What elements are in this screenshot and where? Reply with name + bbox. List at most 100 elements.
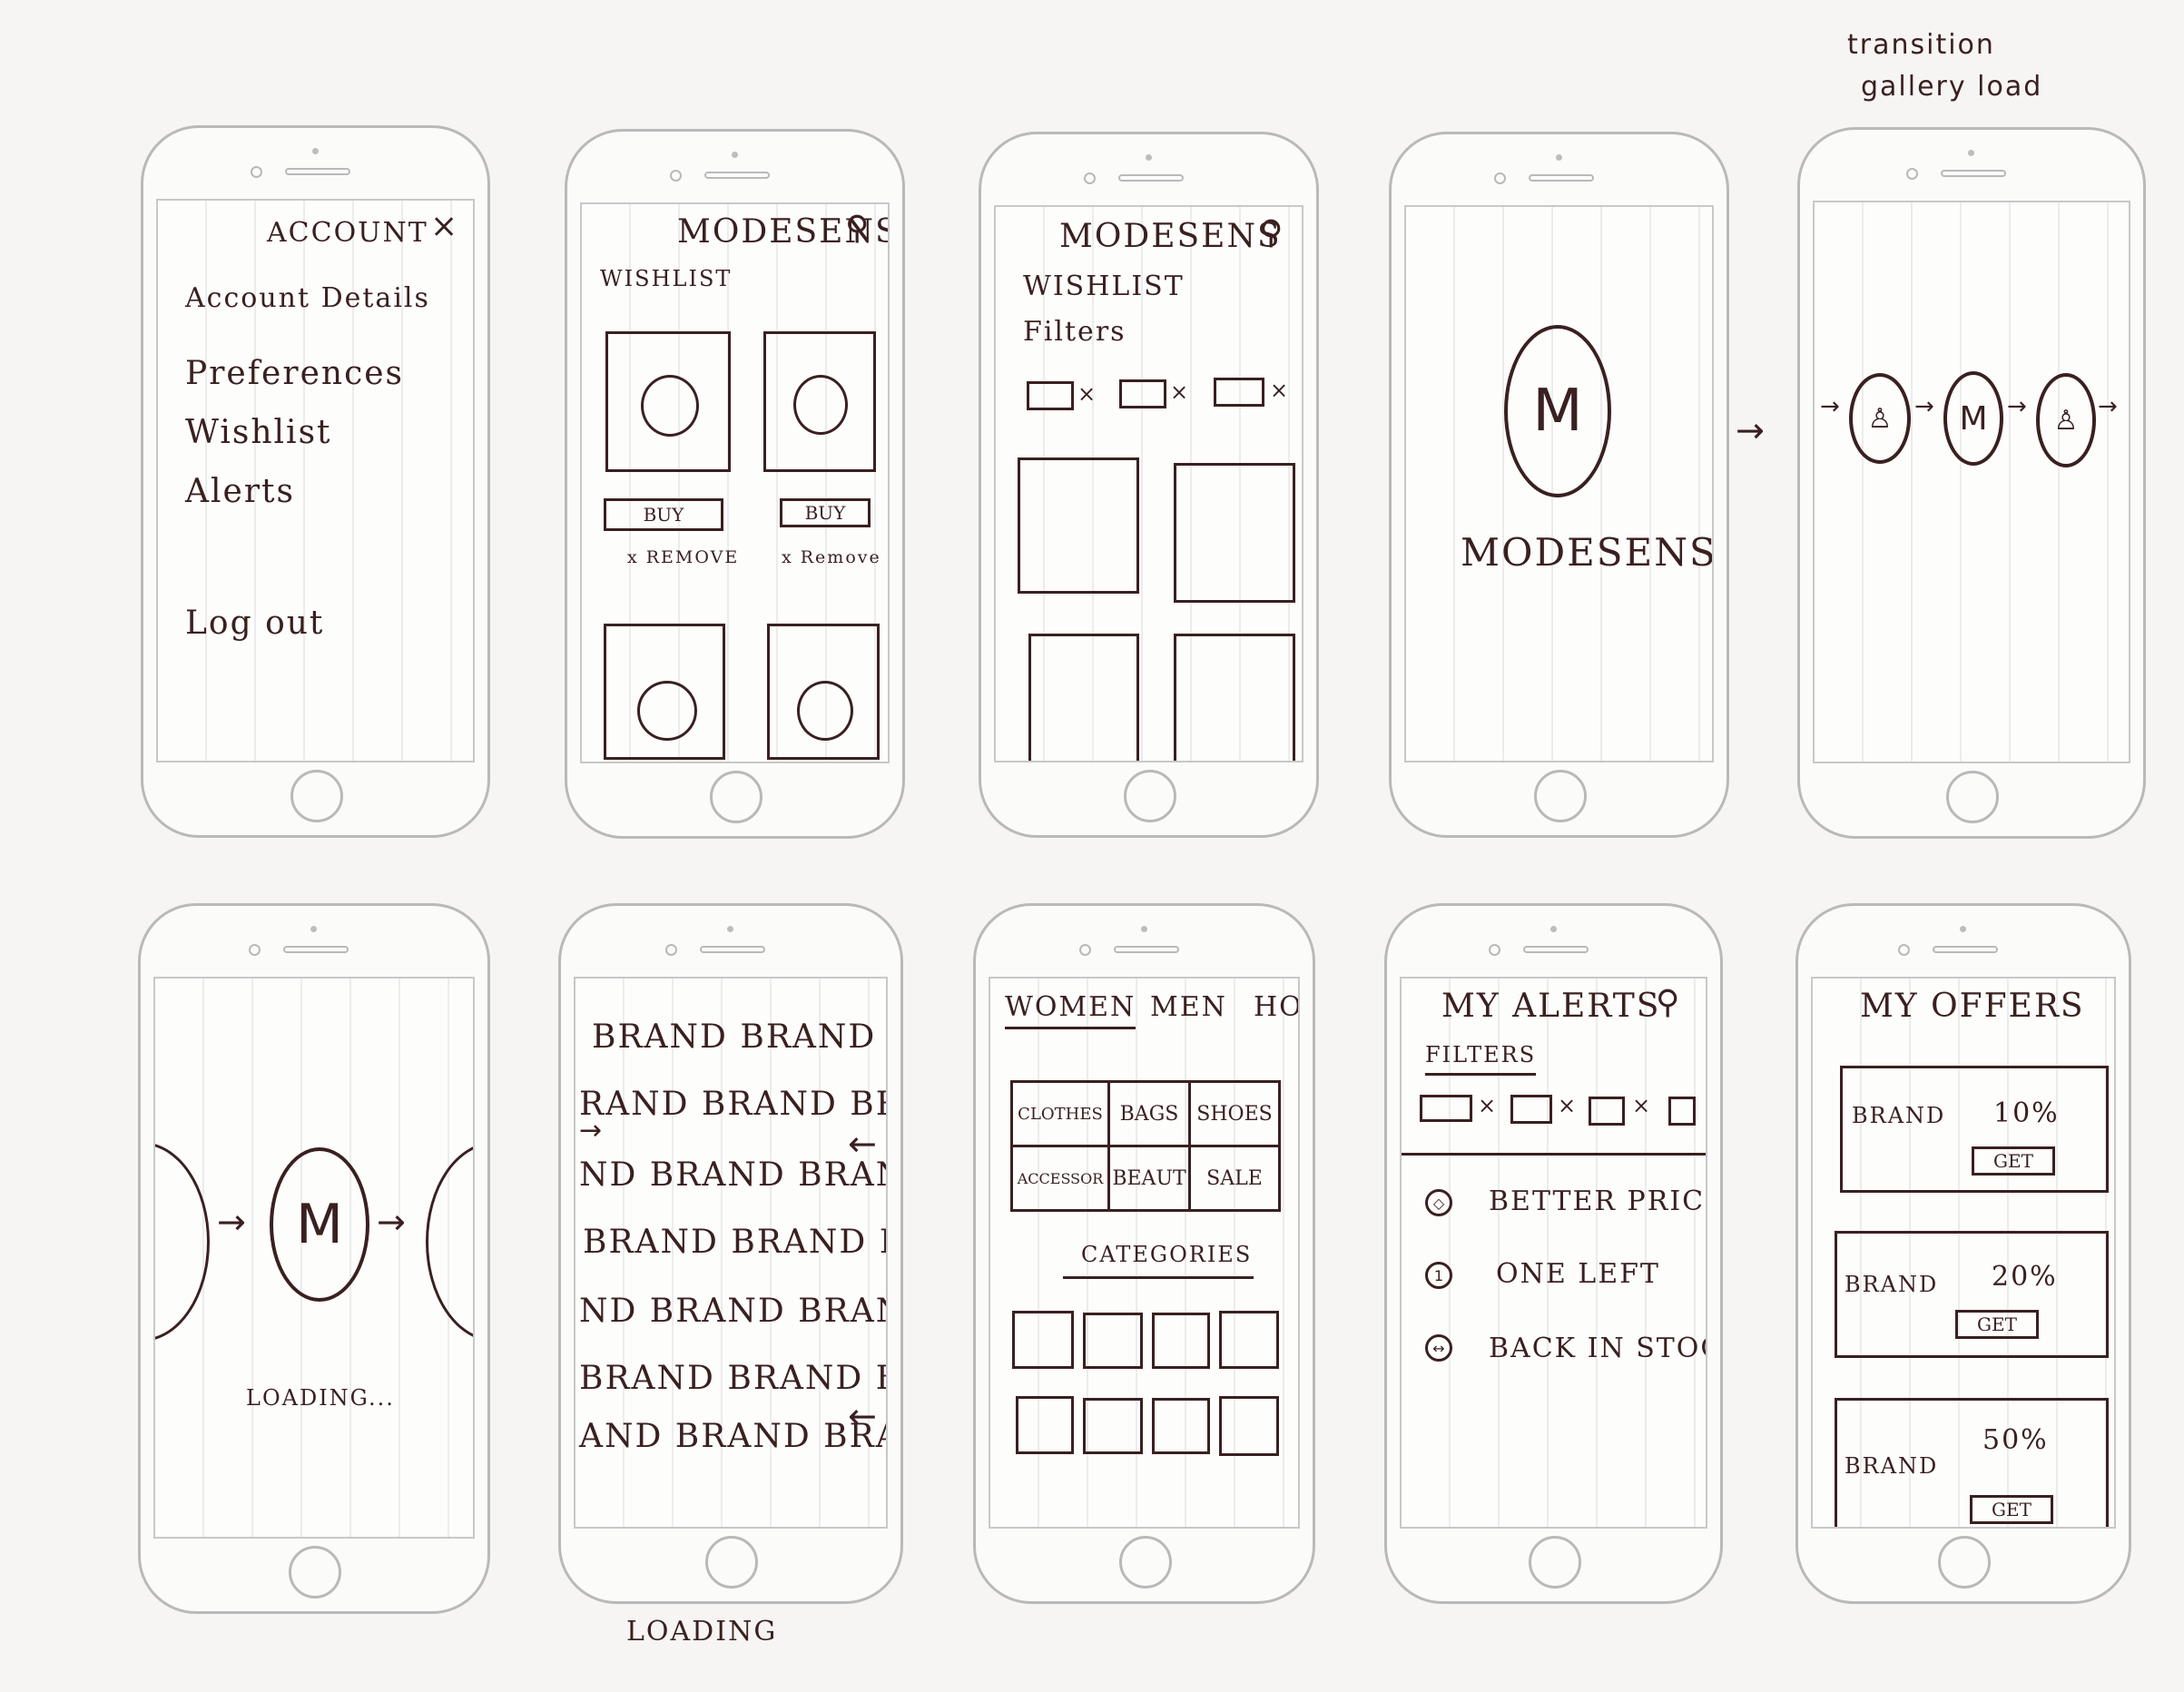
remove-filter-icon[interactable]: × [1270, 378, 1290, 403]
category-tile[interactable] [1083, 1398, 1143, 1454]
category-cell-accessories[interactable]: ACCESSOR [1010, 1145, 1110, 1212]
filter-chip[interactable] [1420, 1095, 1472, 1122]
offers-screen: MY OFFERS BRAND 10% GET BRAND 20% GET BR… [1811, 977, 2116, 1529]
offer-discount: 10% [1993, 1097, 2060, 1129]
home-button[interactable] [1123, 770, 1176, 822]
home-button[interactable] [705, 1536, 758, 1589]
get-offer-button[interactable]: GET [1972, 1146, 2055, 1176]
brand-row[interactable]: RAND BRAND BRA [579, 1086, 886, 1123]
menu-item-wishlist[interactable]: Wishlist [185, 414, 332, 451]
offers-title: MY OFFERS [1860, 988, 2085, 1025]
scroll-left-arrow-icon: ← [848, 1396, 877, 1436]
phone-speaker [1117, 174, 1184, 182]
categories-divider [1063, 1276, 1254, 1279]
product-card[interactable] [605, 331, 731, 472]
offer-card[interactable]: BRAND 50% GET [1835, 1398, 2109, 1527]
alert-one-left[interactable]: ONE LEFT [1496, 1258, 1660, 1290]
filters-label: FILTERS [1425, 1042, 1537, 1076]
home-button[interactable] [1118, 1536, 1172, 1589]
remove-filter-icon[interactable]: × [1077, 381, 1097, 407]
tab-men[interactable]: MEN [1150, 991, 1227, 1023]
home-button[interactable] [1528, 1536, 1581, 1589]
get-offer-button[interactable]: GET [1970, 1495, 2053, 1524]
brand-row[interactable]: BRAND BRAND B [592, 1018, 886, 1056]
menu-item-preferences[interactable]: Preferences [185, 355, 404, 392]
category-tile[interactable] [1012, 1311, 1074, 1369]
category-tile[interactable] [1083, 1313, 1143, 1369]
product-tile[interactable] [1018, 457, 1139, 594]
product-card[interactable] [604, 624, 725, 760]
tab-women[interactable]: WOMEN [1005, 991, 1136, 1029]
product-tile[interactable] [1174, 634, 1295, 761]
logout-link[interactable]: Log out [185, 605, 324, 642]
home-button[interactable] [1533, 770, 1587, 822]
product-card[interactable] [767, 624, 880, 760]
home-button[interactable] [709, 771, 762, 823]
flow-arrow-icon: → [1914, 393, 1934, 420]
phone-splash: M MODESENS [1389, 132, 1729, 838]
phone-speaker [1941, 170, 2006, 177]
buy-button[interactable]: BUY [604, 498, 723, 531]
product-tile[interactable] [1028, 634, 1139, 761]
remove-filter-icon[interactable]: × [1170, 379, 1190, 405]
phone-camera [665, 944, 677, 956]
tab-home[interactable]: HOM [1254, 991, 1298, 1023]
brand-row[interactable]: ND BRAND BRAN [579, 1293, 886, 1330]
filter-chip[interactable] [1668, 1097, 1696, 1126]
categories-screen: WOMEN MEN HOM CLOTHES BAGS SHOES ACCESSO… [989, 977, 1300, 1529]
close-icon[interactable]: × [430, 208, 459, 245]
remove-filter-icon[interactable]: × [1478, 1093, 1498, 1118]
phone-sensor [310, 926, 317, 932]
category-tile[interactable] [1152, 1313, 1210, 1369]
brand-row[interactable]: AND BRAND BRAN [579, 1418, 886, 1455]
filter-chip[interactable] [1510, 1095, 1552, 1124]
brand-title: MODESENS [1059, 218, 1282, 255]
search-icon[interactable]: ⚲ [1259, 214, 1284, 251]
remove-link[interactable]: x Remove [782, 547, 881, 567]
product-card[interactable] [763, 331, 876, 472]
category-tile[interactable] [1016, 1396, 1074, 1454]
buy-button[interactable]: BUY [780, 498, 871, 527]
category-cell-shoes[interactable]: SHOES [1188, 1080, 1281, 1147]
phone-speaker [700, 946, 765, 953]
brand-row[interactable]: BRAND BRAND BR [583, 1224, 886, 1261]
offer-card[interactable]: BRAND 20% GET [1835, 1231, 2109, 1358]
category-tile[interactable] [1152, 1398, 1210, 1454]
filter-chip[interactable] [1214, 378, 1264, 407]
category-cell-sale[interactable]: SALE [1188, 1145, 1281, 1212]
category-tile[interactable] [1219, 1396, 1279, 1456]
filter-chip[interactable] [1119, 379, 1166, 408]
product-image-placeholder [637, 681, 697, 741]
category-tile[interactable] [1219, 1311, 1279, 1369]
remove-filter-icon[interactable]: × [1632, 1093, 1652, 1118]
category-cell-clothes[interactable]: CLOTHES [1010, 1080, 1110, 1147]
search-icon[interactable]: ⚲ [1656, 984, 1681, 1021]
remove-link[interactable]: x REMOVE [627, 547, 739, 567]
category-cell-beauty[interactable]: BEAUT [1107, 1145, 1191, 1212]
phone-account: ACCOUNT × Account Details Preferences Wi… [141, 125, 490, 838]
remove-filter-icon[interactable]: × [1558, 1093, 1578, 1118]
menu-item-account-details[interactable]: Account Details [185, 282, 430, 314]
brand-row[interactable]: BRAND BRAND BR [579, 1360, 886, 1397]
offer-card[interactable]: BRAND 10% GET [1840, 1066, 2109, 1193]
home-button[interactable] [290, 770, 343, 822]
brand-row[interactable]: ND BRAND BRAND [579, 1156, 886, 1194]
account-screen: ACCOUNT × Account Details Preferences Wi… [156, 199, 475, 762]
gallery-image-partial [426, 1142, 473, 1342]
home-button[interactable] [1946, 771, 1999, 823]
modesens-logo: M [1504, 325, 1611, 497]
alert-better-price[interactable]: BETTER PRICE [1489, 1185, 1706, 1217]
search-icon[interactable]: ⚲ [845, 210, 871, 247]
offer-brand: BRAND [1845, 1453, 1939, 1479]
menu-item-alerts[interactable]: Alerts [185, 473, 295, 510]
alert-back-in-stock[interactable]: BACK IN STOCK [1489, 1333, 1706, 1364]
offer-brand: BRAND [1852, 1103, 1946, 1128]
category-cell-bags[interactable]: BAGS [1107, 1080, 1191, 1147]
home-button[interactable] [1938, 1536, 1991, 1589]
filter-chip[interactable] [1589, 1097, 1625, 1126]
product-tile[interactable] [1174, 463, 1295, 603]
home-button[interactable] [289, 1546, 341, 1599]
get-offer-button[interactable]: GET [1955, 1310, 2039, 1339]
filter-chip[interactable] [1027, 381, 1074, 410]
brands-screen: BRAND BRAND B RAND BRAND BRA ND BRAND BR… [574, 977, 888, 1529]
